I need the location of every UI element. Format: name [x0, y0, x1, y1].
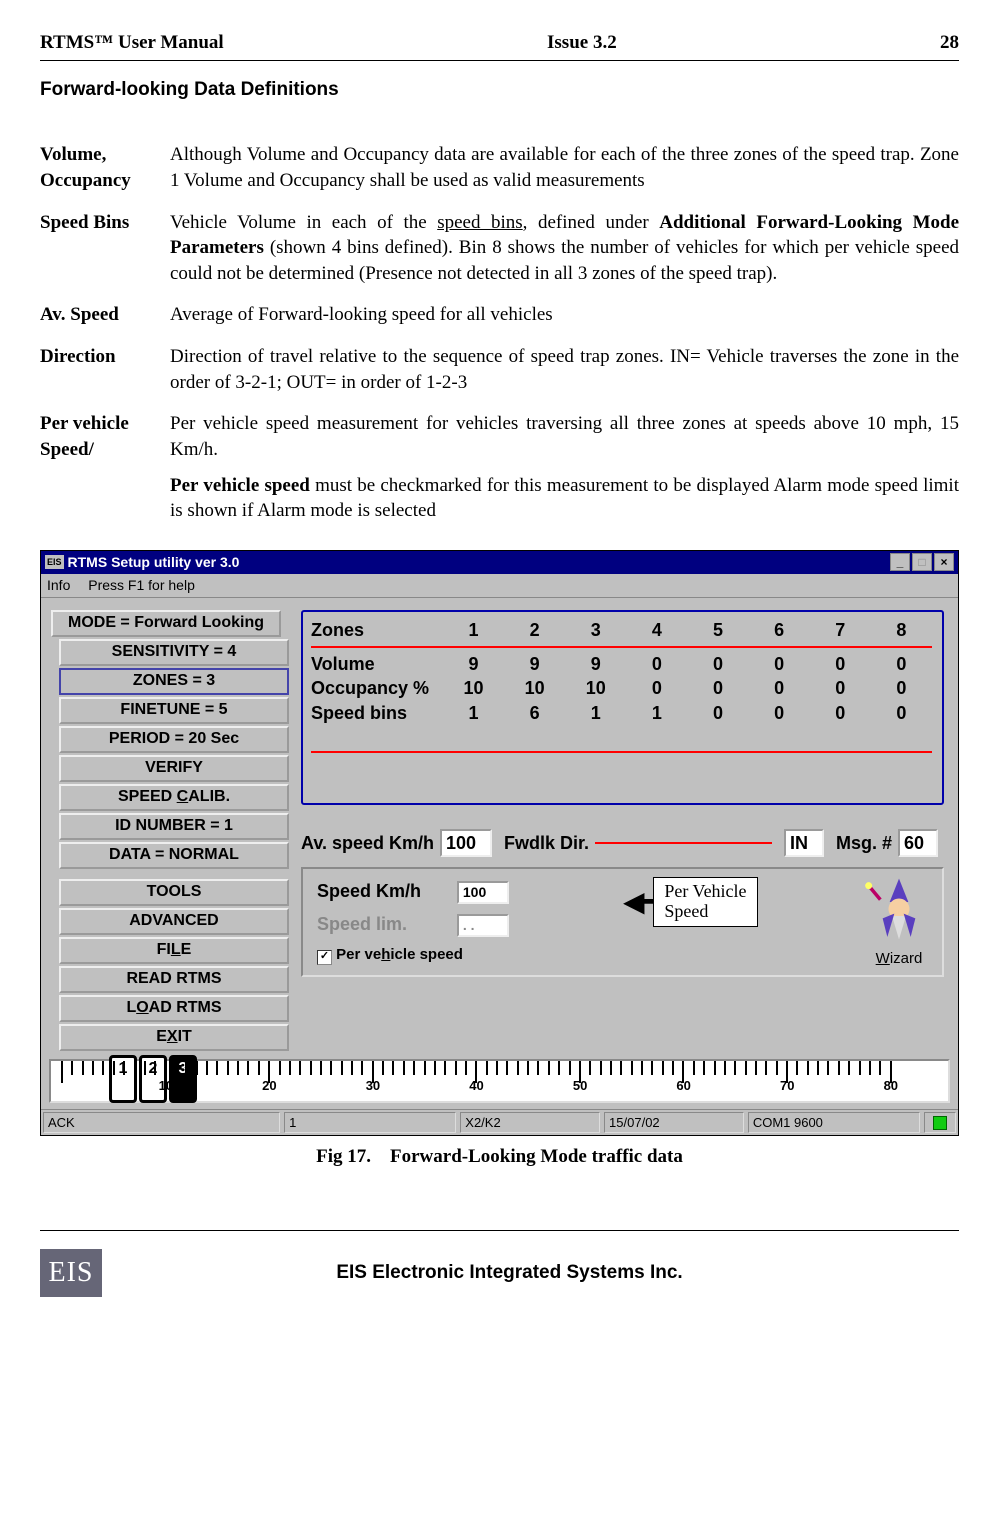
arrow-icon: ◀━	[623, 883, 653, 921]
btn-sensitivity[interactable]: SENSITIVITY = 4	[59, 639, 289, 666]
titlebar: EIS RTMS Setup utility ver 3.0 _ □ ×	[41, 551, 958, 574]
app-screenshot: EIS RTMS Setup utility ver 3.0 _ □ × Inf…	[40, 550, 959, 1136]
status-com: COM1 9600	[748, 1112, 920, 1134]
wizard-area[interactable]: Wizard	[864, 874, 934, 969]
body-direction: Direction of travel relative to the sequ…	[170, 340, 959, 407]
term-speedbins: Speed Bins	[40, 206, 170, 299]
status-1: 1	[284, 1112, 456, 1134]
avspeed-value[interactable]: 100	[440, 829, 492, 857]
dir-label: Fwdlk Dir.	[504, 831, 589, 855]
row-occupancy: Occupancy %	[311, 676, 443, 700]
right-panel: Zones 12345678 Volume 99900000 Occupancy…	[281, 610, 958, 1053]
avspeed-label: Av. speed Km/h	[301, 831, 434, 855]
body-speedbins: Vehicle Volume in each of the speed bins…	[170, 206, 959, 299]
term-perveh: Per vehicle Speed/	[40, 407, 170, 536]
figure-caption: Fig 17. Forward-Looking Mode traffic dat…	[40, 1144, 959, 1170]
lane-3: 3	[169, 1055, 197, 1103]
body-perveh: Per vehicle speed measurement for vehicl…	[170, 407, 959, 536]
btn-period[interactable]: PERIOD = 20 Sec	[59, 726, 289, 753]
speedlim-value: . .	[457, 914, 509, 937]
btn-exit[interactable]: EXIT	[59, 1024, 289, 1051]
msg-label: Msg. #	[836, 831, 892, 855]
header-right: 28	[940, 30, 959, 56]
speed-label: Speed Km/h	[317, 879, 447, 903]
status-date: 15/07/02	[604, 1112, 744, 1134]
body-avspeed: Average of Forward-looking speed for all…	[170, 298, 959, 340]
ruler: 1 2 3 1020304050607080	[49, 1059, 950, 1103]
status-led	[924, 1112, 956, 1134]
btn-advanced[interactable]: ADVANCED	[59, 908, 289, 935]
mid-row: Av. speed Km/h 100 Fwdlk Dir. IN Msg. # …	[301, 829, 944, 857]
btn-file[interactable]: FILE	[59, 937, 289, 964]
footer-text: EIS Electronic Integrated Systems Inc.	[120, 1260, 959, 1286]
btn-verify[interactable]: VERIFY	[59, 755, 289, 782]
status-x2k2: X2/K2	[460, 1112, 600, 1134]
left-panel: MODE = Forward Looking SENSITIVITY = 4 Z…	[51, 610, 281, 1053]
btn-speedcalib[interactable]: SPEED CALIB.	[59, 784, 289, 811]
speedlim-label: Speed lim.	[317, 912, 447, 936]
body-volume: Although Volume and Occupancy data are a…	[170, 138, 959, 205]
close-button[interactable]: ×	[934, 553, 954, 571]
speed-value[interactable]: 100	[457, 881, 509, 904]
app-icon: EIS	[45, 555, 64, 569]
row-speedbins: Speed bins	[311, 701, 443, 725]
term-avspeed: Av. Speed	[40, 298, 170, 340]
btn-tools[interactable]: TOOLS	[59, 879, 289, 906]
definitions-table: Volume, Occupancy Although Volume and Oc…	[40, 138, 959, 536]
window-title: RTMS Setup utility ver 3.0	[68, 553, 240, 572]
row-zones: Zones	[311, 618, 443, 642]
maximize-button[interactable]: □	[912, 553, 932, 571]
row-volume: Volume	[311, 652, 443, 676]
term-volume: Volume, Occupancy	[40, 138, 170, 205]
speed-panel: Speed Km/h 100 Speed lim. . . ✓ Per vehi…	[301, 867, 944, 977]
msg-value[interactable]: 60	[898, 829, 938, 857]
page-header: RTMS™ User Manual Issue 3.2 28	[40, 30, 959, 61]
page-footer: EIS EIS Electronic Integrated Systems In…	[40, 1230, 959, 1297]
minimize-button[interactable]: _	[890, 553, 910, 571]
btn-finetune[interactable]: FINETUNE = 5	[59, 697, 289, 724]
btn-mode[interactable]: MODE = Forward Looking	[51, 610, 281, 637]
checkbox-per-vehicle[interactable]: ✓ Per vehicle speed	[317, 945, 928, 965]
eis-logo: EIS	[40, 1249, 102, 1297]
status-ack: ACK	[43, 1112, 280, 1134]
led-icon	[933, 1116, 947, 1130]
header-center: Issue 3.2	[547, 30, 617, 56]
btn-zones[interactable]: ZONES = 3	[59, 668, 289, 695]
data-grid-outline: Zones 12345678 Volume 99900000 Occupancy…	[301, 610, 944, 805]
section-title: Forward-looking Data Definitions	[40, 77, 959, 103]
btn-loadrtms[interactable]: LOAD RTMS	[59, 995, 289, 1022]
term-direction: Direction	[40, 340, 170, 407]
callout-per-vehicle: ◀━ Per Vehicle Speed	[623, 877, 758, 927]
btn-readrtms[interactable]: READ RTMS	[59, 966, 289, 993]
menu-help[interactable]: Press F1 for help	[88, 577, 195, 593]
menubar: Info Press F1 for help	[41, 574, 958, 598]
wizard-icon	[864, 874, 934, 944]
btn-idnumber[interactable]: ID NUMBER = 1	[59, 813, 289, 840]
statusbar: ACK 1 X2/K2 15/07/02 COM1 9600	[41, 1109, 958, 1136]
dir-value[interactable]: IN	[784, 829, 824, 857]
menu-info[interactable]: Info	[47, 577, 70, 593]
btn-data[interactable]: DATA = NORMAL	[59, 842, 289, 869]
header-left: RTMS™ User Manual	[40, 30, 224, 56]
